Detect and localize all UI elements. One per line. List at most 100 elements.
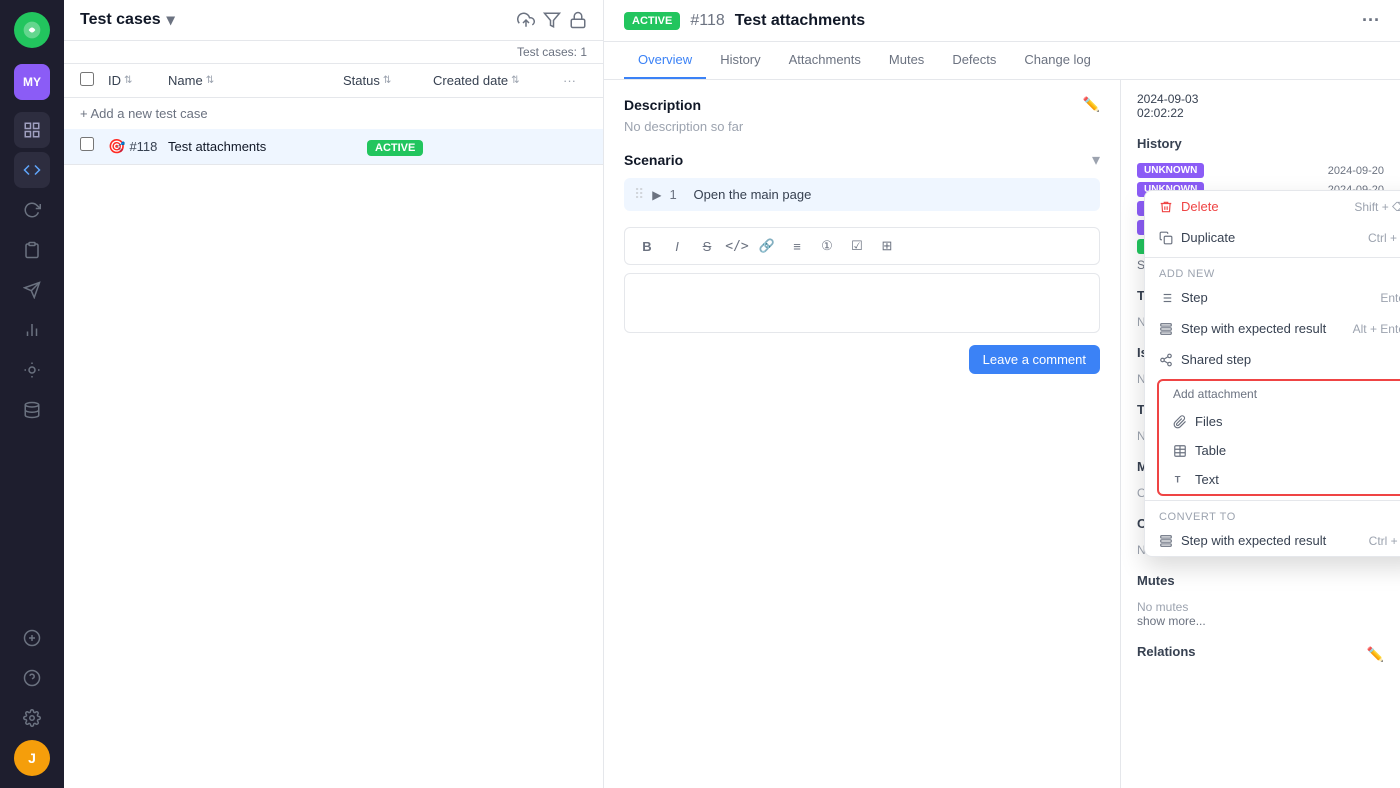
sidebar-item-code[interactable]	[14, 152, 50, 188]
step-expand-icon[interactable]: ▶	[652, 188, 661, 202]
ordered-list-button[interactable]: ①	[813, 232, 841, 260]
sidebar-item-chart[interactable]	[14, 312, 50, 348]
code-button[interactable]: </>	[723, 232, 751, 260]
duplicate-shortcut: Ctrl + D	[1368, 231, 1400, 245]
svg-text:T: T	[1175, 474, 1181, 484]
scenario-section: Scenario ▾ ⠿ ▶ 1 Open the main page	[624, 150, 1100, 211]
tab-defects[interactable]: Defects	[938, 42, 1010, 79]
tab-mutes[interactable]: Mutes	[875, 42, 938, 79]
menu-files[interactable]: Files	[1159, 407, 1400, 436]
menu-step[interactable]: Step Enter	[1145, 282, 1400, 313]
step-text: Step	[1181, 290, 1208, 305]
copy-icon	[1159, 231, 1173, 245]
scenario-collapse-icon[interactable]: ▾	[1092, 150, 1100, 170]
menu-text[interactable]: T Text	[1159, 465, 1400, 494]
relations-edit-icon[interactable]: ✏️	[1367, 646, 1384, 663]
sidebar-settings-button[interactable]	[14, 700, 50, 736]
tab-overview[interactable]: Overview	[624, 42, 706, 79]
italic-button[interactable]: I	[663, 232, 691, 260]
detail-title: Test attachments	[735, 12, 865, 30]
sidebar-add-button[interactable]	[14, 620, 50, 656]
menu-duplicate[interactable]: Duplicate Ctrl + D	[1145, 222, 1400, 253]
workspace-avatar[interactable]: MY	[14, 64, 50, 100]
sidebar-help-button[interactable]	[14, 660, 50, 696]
logo-icon	[22, 20, 42, 40]
user-avatar[interactable]: J	[14, 740, 50, 776]
tab-attachments[interactable]: Attachments	[775, 42, 875, 79]
history-date-0: 2024-09-20	[1328, 165, 1384, 177]
add-test-case-button[interactable]: + Add a new test case	[64, 98, 603, 129]
step-number: 1	[670, 187, 686, 202]
detail-more-button[interactable]: ···	[1362, 10, 1380, 31]
table-icon	[1173, 444, 1187, 458]
shared-step-text: Shared step	[1181, 352, 1251, 367]
col-header-created: Created date ⇅	[433, 73, 563, 88]
created-time: 02:02:22	[1137, 106, 1384, 120]
col-header-name: Name ⇅	[168, 73, 343, 88]
id-sort-icon[interactable]: ⇅	[124, 75, 132, 86]
scenario-label: Scenario	[624, 152, 683, 168]
sidebar-item-dashboard[interactable]	[14, 112, 50, 148]
menu-delete[interactable]: Delete Shift + ⌫	[1145, 191, 1400, 222]
created-sort-icon[interactable]: ⇅	[511, 75, 519, 86]
lock-icon[interactable]	[569, 11, 587, 29]
col-header-status: Status ⇅	[343, 73, 433, 88]
show-more-mutes[interactable]: show more...	[1137, 614, 1384, 628]
test-case-row[interactable]: 🎯 #118 Test attachments ACTIVE	[64, 129, 603, 165]
filter-icon[interactable]	[543, 11, 561, 29]
title-chevron[interactable]: ▾	[167, 10, 175, 30]
created-date-section: 2024-09-03 02:02:22	[1137, 92, 1384, 120]
bullet-list-button[interactable]: ≡	[783, 232, 811, 260]
select-all-checkbox[interactable]	[80, 72, 94, 86]
tab-history[interactable]: History	[706, 42, 774, 79]
history-label: History	[1137, 136, 1182, 151]
attachment-title: Add attachment	[1159, 381, 1400, 407]
relations-label: Relations	[1137, 644, 1196, 659]
step-row-1[interactable]: ⠿ ▶ 1 Open the main page	[624, 178, 1100, 211]
delete-text: Delete	[1181, 199, 1219, 214]
menu-convert-step[interactable]: Step with expected result Ctrl + E	[1145, 525, 1400, 556]
detail-main: Description ✏️ No description so far Sce…	[604, 80, 1120, 788]
history-badge-0: UNKNOWN	[1137, 163, 1204, 178]
strikethrough-button[interactable]: S	[693, 232, 721, 260]
sidebar-item-bug[interactable]	[14, 352, 50, 388]
link-button[interactable]: 🔗	[753, 232, 781, 260]
status-sort-icon[interactable]: ⇅	[383, 75, 391, 86]
table-insert-button[interactable]: ⊞	[873, 232, 901, 260]
description-label: Description	[624, 97, 701, 113]
description-value: No description so far	[624, 119, 1100, 134]
col-more-icon[interactable]: ···	[563, 73, 576, 88]
step-icon	[1159, 291, 1173, 305]
menu-shared-step[interactable]: Shared step	[1145, 344, 1400, 375]
step-expected-icon	[1159, 322, 1173, 336]
row-checkbox[interactable]	[80, 137, 94, 151]
menu-table[interactable]: Table	[1159, 436, 1400, 465]
detail-header: ACTIVE #118 Test attachments ···	[604, 0, 1400, 42]
step-expected-shortcut: Alt + Enter	[1353, 322, 1400, 336]
sidebar-item-clipboard[interactable]	[14, 232, 50, 268]
checklist-button[interactable]: ☑	[843, 232, 871, 260]
table-header: ID ⇅ Name ⇅ Status ⇅ Created date ⇅ ···	[64, 64, 603, 98]
description-header: Description ✏️	[624, 96, 1100, 113]
menu-step-expected[interactable]: Step with expected result Alt + Enter	[1145, 313, 1400, 344]
sidebar-item-database[interactable]	[14, 392, 50, 428]
leave-comment-button[interactable]: Leave a comment	[969, 345, 1100, 374]
relations-section: Relations ✏️	[1137, 644, 1384, 665]
app-logo[interactable]	[14, 12, 50, 48]
duplicate-label-row: Duplicate	[1159, 230, 1235, 245]
mutes-label: Mutes	[1137, 573, 1175, 588]
row-status: ACTIVE	[367, 138, 457, 156]
name-sort-icon[interactable]: ⇅	[206, 75, 214, 86]
detail-id: #118	[690, 12, 724, 30]
text-editor-area: B I S </> 🔗 ≡ ① ☑ ⊞ Leave a comment	[624, 227, 1100, 374]
bold-button[interactable]: B	[633, 232, 661, 260]
sidebar-item-rocket[interactable]	[14, 272, 50, 308]
upload-icon[interactable]	[517, 11, 535, 29]
tab-changelog[interactable]: Change log	[1010, 42, 1105, 79]
relations-header: Relations ✏️	[1137, 644, 1384, 665]
row-name: Test attachments	[168, 139, 367, 154]
sidebar-item-refresh[interactable]	[14, 192, 50, 228]
description-edit-icon[interactable]: ✏️	[1083, 96, 1100, 113]
context-menu: Delete Shift + ⌫ Duplicate Ctrl + D Add …	[1144, 190, 1400, 557]
step-drag-handle[interactable]: ⠿	[634, 186, 644, 203]
